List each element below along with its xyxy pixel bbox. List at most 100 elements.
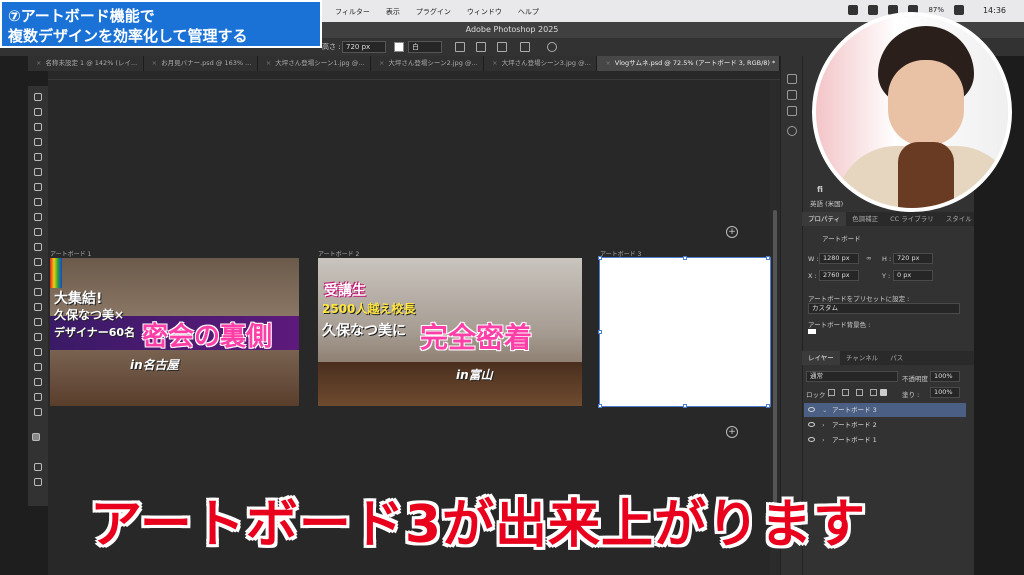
lock-all-icon[interactable] bbox=[880, 389, 887, 396]
close-icon[interactable]: × bbox=[605, 59, 610, 67]
add-artboard-top-icon[interactable]: + bbox=[726, 226, 738, 238]
link-icon[interactable]: ∞ bbox=[866, 254, 871, 262]
eye-icon[interactable] bbox=[808, 422, 815, 427]
fill-select[interactable]: 白 bbox=[408, 41, 442, 53]
menu-window[interactable]: ウィンドウ bbox=[467, 7, 502, 17]
tab-layers[interactable]: レイヤー bbox=[802, 351, 840, 365]
x-field[interactable]: 2760 px bbox=[819, 270, 859, 281]
history-brush-tool-icon[interactable] bbox=[33, 257, 43, 267]
eyedropper-tool-icon[interactable] bbox=[33, 197, 43, 207]
actions-panel-icon[interactable] bbox=[787, 90, 797, 100]
doc-tab[interactable]: × 大坪さん登場シーン1.jpg @... bbox=[257, 56, 371, 71]
foreground-color-icon[interactable] bbox=[31, 432, 41, 442]
pen-tool-icon[interactable] bbox=[33, 332, 43, 342]
menu-help[interactable]: ヘルプ bbox=[518, 7, 539, 17]
close-icon[interactable]: × bbox=[492, 59, 497, 67]
artboard-1-label[interactable]: アートボード 1 bbox=[50, 249, 91, 258]
fill-swatch[interactable] bbox=[394, 42, 404, 52]
lasso-tool-icon[interactable] bbox=[33, 137, 43, 147]
transform-handle[interactable] bbox=[766, 404, 770, 408]
history-panel-icon[interactable] bbox=[787, 74, 797, 84]
transform-handle[interactable] bbox=[683, 256, 687, 260]
tab-properties[interactable]: プロパティ bbox=[802, 212, 847, 226]
tab-adjustments[interactable]: 色調補正 bbox=[846, 212, 884, 226]
tab-libraries[interactable]: CC ライブラリ bbox=[884, 212, 940, 226]
chevron-right-icon[interactable]: › bbox=[822, 433, 825, 447]
marquee-tool-icon[interactable] bbox=[33, 122, 43, 132]
comments-panel-icon[interactable] bbox=[787, 106, 797, 116]
blend-mode-select[interactable]: 通常 bbox=[806, 371, 898, 382]
height-field[interactable]: 720 px bbox=[893, 253, 933, 264]
quick-select-tool-icon[interactable] bbox=[33, 152, 43, 162]
healing-tool-icon[interactable] bbox=[33, 212, 43, 222]
height-input[interactable]: 720 px bbox=[342, 41, 386, 53]
tab-styles[interactable]: スタイル bbox=[940, 212, 978, 226]
quick-mask-icon[interactable] bbox=[33, 462, 43, 472]
artboard-1[interactable]: 大集結! 久保なつ美× デザイナー60名 密会の裏側 in名古屋 bbox=[50, 258, 299, 406]
gradient-tool-icon[interactable] bbox=[33, 287, 43, 297]
opacity-field[interactable]: 100% bbox=[930, 371, 960, 382]
transform-handle[interactable] bbox=[598, 330, 602, 334]
zoom-tool-icon[interactable] bbox=[33, 407, 43, 417]
crop-tool-icon[interactable] bbox=[33, 167, 43, 177]
menu-filter[interactable]: フィルター bbox=[335, 7, 370, 17]
eye-icon[interactable] bbox=[808, 407, 815, 412]
screen-mode-icon[interactable] bbox=[33, 477, 43, 487]
layer-row[interactable]: ⌄ アートボード 3 bbox=[804, 403, 966, 417]
wifi-icon[interactable] bbox=[954, 5, 964, 15]
width-field[interactable]: 1280 px bbox=[819, 253, 859, 264]
menu-plugins[interactable]: プラグイン bbox=[416, 7, 451, 17]
gear-icon[interactable] bbox=[547, 42, 557, 52]
hand-tool-icon[interactable] bbox=[33, 392, 43, 402]
doc-tab[interactable]: × お月見バナー.psd @ 163% ... bbox=[143, 56, 258, 71]
tab-channels[interactable]: チャンネル bbox=[840, 351, 884, 365]
bg-color-swatch[interactable] bbox=[808, 329, 816, 334]
close-icon[interactable]: × bbox=[266, 59, 271, 67]
chevron-down-icon[interactable]: ⌄ bbox=[822, 403, 827, 417]
add-artboard-bottom-icon[interactable]: + bbox=[726, 426, 738, 438]
close-icon[interactable]: × bbox=[152, 59, 157, 67]
doc-tab-active[interactable]: × Vlogサムネ.psd @ 72.5% (アートボード 3, RGB/8) * bbox=[597, 56, 780, 71]
close-icon[interactable]: × bbox=[36, 59, 41, 67]
close-icon[interactable]: × bbox=[379, 59, 384, 67]
artboard-split-icon[interactable] bbox=[476, 42, 486, 52]
eye-icon[interactable] bbox=[808, 437, 815, 442]
transform-handle[interactable] bbox=[598, 404, 602, 408]
type-tool-icon[interactable] bbox=[33, 347, 43, 357]
artboard-add-icon[interactable] bbox=[455, 42, 465, 52]
layer-row[interactable]: › アートボード 1 bbox=[804, 433, 966, 447]
chevron-right-icon[interactable]: › bbox=[822, 418, 825, 432]
artboard-3[interactable] bbox=[599, 257, 771, 407]
lock-pixels-icon[interactable] bbox=[842, 389, 849, 396]
doc-tab[interactable]: × 大坪さん登場シーン2.jpg @... bbox=[370, 56, 485, 71]
layer-row[interactable]: › アートボード 2 bbox=[804, 418, 966, 432]
status-icon[interactable] bbox=[868, 5, 879, 15]
lock-position-icon[interactable] bbox=[856, 389, 863, 396]
menu-view[interactable]: 表示 bbox=[386, 7, 400, 17]
y-field[interactable]: 0 px bbox=[893, 270, 933, 281]
path-select-tool-icon[interactable] bbox=[33, 362, 43, 372]
tab-paths[interactable]: パス bbox=[884, 351, 909, 365]
artboard-tool-icon[interactable] bbox=[33, 107, 43, 117]
blur-tool-icon[interactable] bbox=[33, 302, 43, 312]
info-icon[interactable] bbox=[787, 126, 797, 136]
align-icon[interactable] bbox=[520, 42, 530, 52]
transform-handle[interactable] bbox=[766, 256, 770, 260]
artboard-2[interactable]: 受講生 2500人越え校長 久保なつ美に 完全密着 in富山 bbox=[318, 258, 582, 406]
transform-handle[interactable] bbox=[598, 256, 602, 260]
frame-tool-icon[interactable] bbox=[33, 182, 43, 192]
fill-field[interactable]: 100% bbox=[930, 387, 960, 398]
brush-tool-icon[interactable] bbox=[33, 227, 43, 237]
eraser-tool-icon[interactable] bbox=[33, 272, 43, 282]
dodge-tool-icon[interactable] bbox=[33, 317, 43, 327]
doc-tab[interactable]: × 大坪さん登場シーン3.jpg @... bbox=[484, 56, 598, 71]
lock-artboard-icon[interactable] bbox=[870, 389, 877, 396]
transform-handle[interactable] bbox=[683, 404, 687, 408]
artboard-2-label[interactable]: アートボード 2 bbox=[318, 249, 359, 258]
doc-tab[interactable]: × 名称未設定 1 @ 142% (レイ... bbox=[28, 56, 144, 71]
move-tool-icon[interactable] bbox=[33, 92, 43, 102]
preset-select[interactable]: カスタム bbox=[808, 303, 960, 314]
artboard-grid-icon[interactable] bbox=[497, 42, 507, 52]
lock-transparent-icon[interactable] bbox=[828, 389, 835, 396]
shape-tool-icon[interactable] bbox=[33, 377, 43, 387]
